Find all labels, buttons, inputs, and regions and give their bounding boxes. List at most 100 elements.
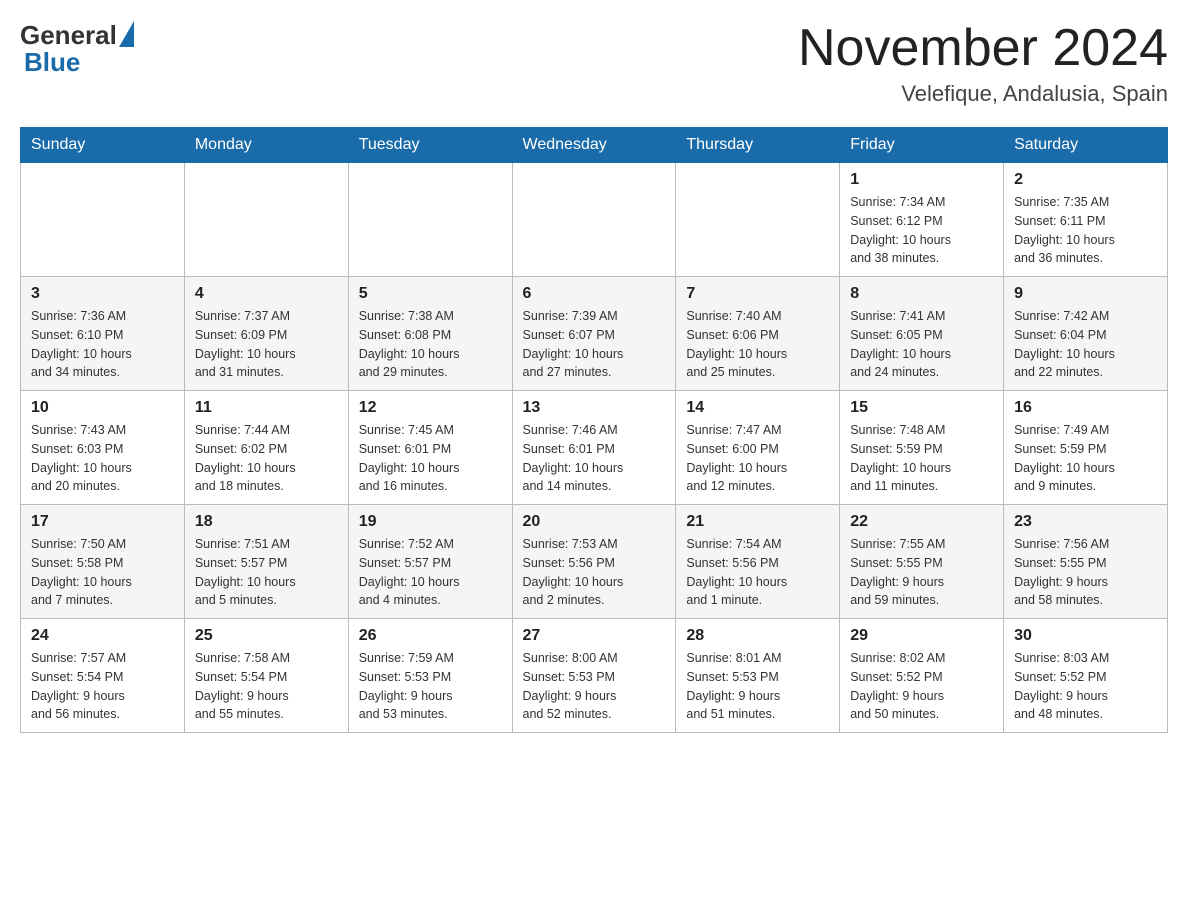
day-info: Sunrise: 7:52 AMSunset: 5:57 PMDaylight:… — [359, 535, 502, 610]
calendar-cell — [348, 163, 512, 277]
day-number: 18 — [195, 513, 338, 531]
day-info: Sunrise: 7:56 AMSunset: 5:55 PMDaylight:… — [1014, 535, 1157, 610]
day-info: Sunrise: 7:39 AMSunset: 6:07 PMDaylight:… — [523, 307, 666, 382]
day-info: Sunrise: 7:57 AMSunset: 5:54 PMDaylight:… — [31, 649, 174, 724]
logo-blue-text: Blue — [24, 47, 80, 77]
calendar-cell: 17 Sunrise: 7:50 AMSunset: 5:58 PMDayligh… — [21, 505, 185, 619]
day-number: 28 — [686, 627, 829, 645]
day-number: 29 — [850, 627, 993, 645]
calendar-cell: 3 Sunrise: 7:36 AMSunset: 6:10 PMDaylight… — [21, 277, 185, 391]
weekday-header-friday: Friday — [840, 128, 1004, 163]
calendar-cell — [184, 163, 348, 277]
calendar-cell: 27 Sunrise: 8:00 AMSunset: 5:53 PMDayligh… — [512, 619, 676, 733]
weekday-header-saturday: Saturday — [1004, 128, 1168, 163]
day-info: Sunrise: 7:42 AMSunset: 6:04 PMDaylight:… — [1014, 307, 1157, 382]
day-number: 8 — [850, 285, 993, 303]
day-number: 17 — [31, 513, 174, 531]
day-number: 30 — [1014, 627, 1157, 645]
calendar-cell: 4 Sunrise: 7:37 AMSunset: 6:09 PMDaylight… — [184, 277, 348, 391]
day-info: Sunrise: 7:47 AMSunset: 6:00 PMDaylight:… — [686, 421, 829, 496]
day-number: 10 — [31, 399, 174, 417]
calendar-cell: 21Sunrise: 7:54 AMSunset: 5:56 PMDayligh… — [676, 505, 840, 619]
day-info: Sunrise: 7:40 AMSunset: 6:06 PMDaylight:… — [686, 307, 829, 382]
day-info: Sunrise: 8:02 AMSunset: 5:52 PMDaylight:… — [850, 649, 993, 724]
day-info: Sunrise: 7:46 AMSunset: 6:01 PMDaylight:… — [523, 421, 666, 496]
day-number: 4 — [195, 285, 338, 303]
day-number: 24 — [31, 627, 174, 645]
calendar-cell: 12Sunrise: 7:45 AMSunset: 6:01 PMDayligh… — [348, 391, 512, 505]
day-info: Sunrise: 7:51 AMSunset: 5:57 PMDaylight:… — [195, 535, 338, 610]
day-info: Sunrise: 7:41 AMSunset: 6:05 PMDaylight:… — [850, 307, 993, 382]
week-row-4: 17 Sunrise: 7:50 AMSunset: 5:58 PMDayligh… — [21, 505, 1168, 619]
week-row-3: 10 Sunrise: 7:43 AMSunset: 6:03 PMDayligh… — [21, 391, 1168, 505]
day-info: Sunrise: 7:59 AMSunset: 5:53 PMDaylight:… — [359, 649, 502, 724]
day-number: 25 — [195, 627, 338, 645]
weekday-header-thursday: Thursday — [676, 128, 840, 163]
weekday-header-row: SundayMondayTuesdayWednesdayThursdayFrid… — [21, 128, 1168, 163]
day-number: 3 — [31, 285, 174, 303]
day-info: Sunrise: 7:35 AMSunset: 6:11 PMDaylight:… — [1014, 193, 1157, 268]
day-info: Sunrise: 7:34 AMSunset: 6:12 PMDaylight:… — [850, 193, 993, 268]
day-number: 6 — [523, 285, 666, 303]
calendar-cell: 15 Sunrise: 7:48 AMSunset: 5:59 PMDayligh… — [840, 391, 1004, 505]
weekday-header-monday: Monday — [184, 128, 348, 163]
day-number: 19 — [359, 513, 502, 531]
calendar-cell — [512, 163, 676, 277]
day-info: Sunrise: 7:55 AMSunset: 5:55 PMDaylight:… — [850, 535, 993, 610]
calendar-cell: 10 Sunrise: 7:43 AMSunset: 6:03 PMDayligh… — [21, 391, 185, 505]
calendar-cell: 16Sunrise: 7:49 AMSunset: 5:59 PMDayligh… — [1004, 391, 1168, 505]
calendar-cell: 9 Sunrise: 7:42 AMSunset: 6:04 PMDaylight… — [1004, 277, 1168, 391]
day-info: Sunrise: 7:53 AMSunset: 5:56 PMDaylight:… — [523, 535, 666, 610]
day-number: 22 — [850, 513, 993, 531]
calendar-cell: 29 Sunrise: 8:02 AMSunset: 5:52 PMDayligh… — [840, 619, 1004, 733]
calendar-cell: 7Sunrise: 7:40 AMSunset: 6:06 PMDaylight… — [676, 277, 840, 391]
day-number: 12 — [359, 399, 502, 417]
calendar-cell: 22 Sunrise: 7:55 AMSunset: 5:55 PMDayligh… — [840, 505, 1004, 619]
calendar-cell: 11Sunrise: 7:44 AMSunset: 6:02 PMDayligh… — [184, 391, 348, 505]
calendar-title: November 2024 — [798, 20, 1168, 77]
calendar-cell: 24 Sunrise: 7:57 AMSunset: 5:54 PMDayligh… — [21, 619, 185, 733]
weekday-header-tuesday: Tuesday — [348, 128, 512, 163]
logo-arrow-icon — [119, 21, 134, 47]
page-header: General Blue November 2024 Velefique, An… — [20, 20, 1168, 107]
calendar-title-block: November 2024 Velefique, Andalusia, Spai… — [798, 20, 1168, 107]
day-number: 23 — [1014, 513, 1157, 531]
day-number: 20 — [523, 513, 666, 531]
day-number: 21 — [686, 513, 829, 531]
calendar-cell: 6 Sunrise: 7:39 AMSunset: 6:07 PMDaylight… — [512, 277, 676, 391]
day-info: Sunrise: 7:48 AMSunset: 5:59 PMDaylight:… — [850, 421, 993, 496]
calendar-cell: 30Sunrise: 8:03 AMSunset: 5:52 PMDayligh… — [1004, 619, 1168, 733]
calendar-cell — [676, 163, 840, 277]
calendar-subtitle: Velefique, Andalusia, Spain — [798, 81, 1168, 107]
day-number: 13 — [523, 399, 666, 417]
calendar-cell: 13 Sunrise: 7:46 AMSunset: 6:01 PMDayligh… — [512, 391, 676, 505]
calendar-table: SundayMondayTuesdayWednesdayThursdayFrid… — [20, 127, 1168, 733]
calendar-cell: 28 Sunrise: 8:01 AMSunset: 5:53 PMDayligh… — [676, 619, 840, 733]
day-number: 26 — [359, 627, 502, 645]
calendar-cell: 23 Sunrise: 7:56 AMSunset: 5:55 PMDayligh… — [1004, 505, 1168, 619]
week-row-5: 24 Sunrise: 7:57 AMSunset: 5:54 PMDayligh… — [21, 619, 1168, 733]
day-info: Sunrise: 7:38 AMSunset: 6:08 PMDaylight:… — [359, 307, 502, 382]
calendar-cell: 5Sunrise: 7:38 AMSunset: 6:08 PMDaylight… — [348, 277, 512, 391]
day-number: 14 — [686, 399, 829, 417]
day-info: Sunrise: 7:50 AMSunset: 5:58 PMDaylight:… — [31, 535, 174, 610]
day-number: 27 — [523, 627, 666, 645]
calendar-cell: 19 Sunrise: 7:52 AMSunset: 5:57 PMDayligh… — [348, 505, 512, 619]
day-info: Sunrise: 7:49 AMSunset: 5:59 PMDaylight:… — [1014, 421, 1157, 496]
day-info: Sunrise: 7:36 AMSunset: 6:10 PMDaylight:… — [31, 307, 174, 382]
day-number: 2 — [1014, 171, 1157, 189]
day-number: 15 — [850, 399, 993, 417]
day-number: 11 — [195, 399, 338, 417]
calendar-cell: 14 Sunrise: 7:47 AMSunset: 6:00 PMDayligh… — [676, 391, 840, 505]
day-info: Sunrise: 7:37 AMSunset: 6:09 PMDaylight:… — [195, 307, 338, 382]
calendar-cell: 25Sunrise: 7:58 AMSunset: 5:54 PMDayligh… — [184, 619, 348, 733]
day-number: 1 — [850, 171, 993, 189]
day-number: 9 — [1014, 285, 1157, 303]
calendar-cell: 8 Sunrise: 7:41 AMSunset: 6:05 PMDaylight… — [840, 277, 1004, 391]
day-info: Sunrise: 7:43 AMSunset: 6:03 PMDaylight:… — [31, 421, 174, 496]
weekday-header-sunday: Sunday — [21, 128, 185, 163]
calendar-cell: 26 Sunrise: 7:59 AMSunset: 5:53 PMDayligh… — [348, 619, 512, 733]
calendar-cell: 18 Sunrise: 7:51 AMSunset: 5:57 PMDayligh… — [184, 505, 348, 619]
day-info: Sunrise: 8:00 AMSunset: 5:53 PMDaylight:… — [523, 649, 666, 724]
day-info: Sunrise: 8:01 AMSunset: 5:53 PMDaylight:… — [686, 649, 829, 724]
